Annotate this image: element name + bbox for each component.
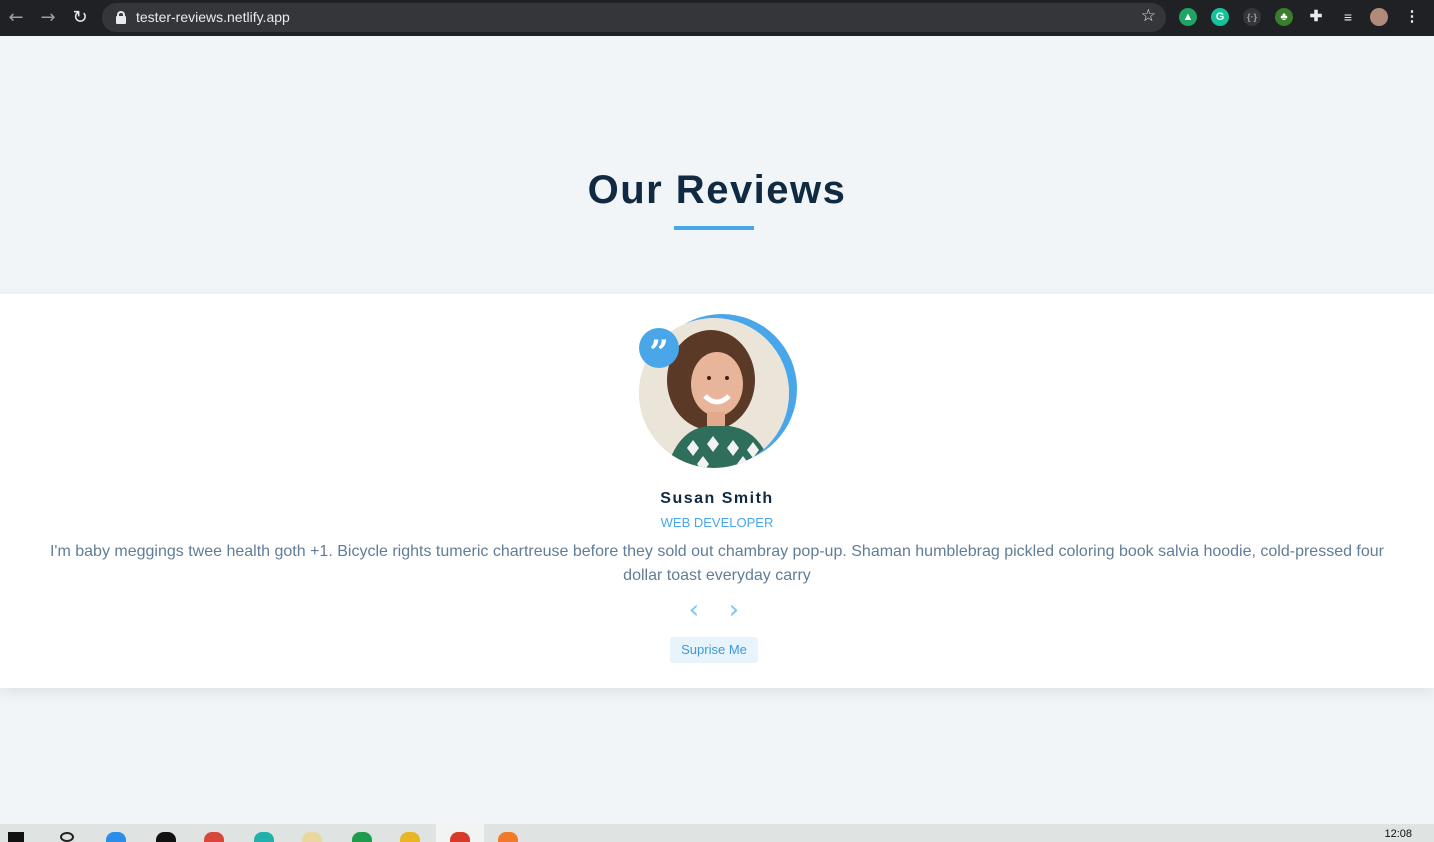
prev-button[interactable]: ‹ (684, 595, 704, 625)
notepad-icon[interactable] (302, 832, 322, 842)
media-icon[interactable]: ≡ (1339, 8, 1357, 26)
chrome-icon[interactable] (204, 832, 224, 842)
edge-icon[interactable] (254, 832, 274, 842)
chevron-right-icon: › (728, 595, 740, 625)
active-taskbar-slot[interactable] (436, 824, 484, 842)
lock-icon (116, 11, 126, 24)
json-extension-icon[interactable]: {·} (1243, 8, 1261, 26)
reviewer-job: WEB DEVELOPER (660, 515, 774, 530)
taskbar: 12:08 (0, 824, 1434, 842)
title-underline (674, 226, 754, 230)
browser-toolbar: ← → ↻ tester-reviews.netlify.app ☆ ▲ G {… (0, 0, 1434, 36)
review-text: I'm baby meggings twee health goth +1. B… (49, 543, 1384, 584)
star-icon[interactable]: ☆ (1141, 6, 1156, 26)
grammarly-extension-icon[interactable]: G (1211, 8, 1229, 26)
start-icon[interactable] (8, 832, 24, 842)
pdf-icon[interactable] (450, 832, 470, 842)
app-orange-icon[interactable] (498, 832, 518, 842)
extensions-icon[interactable]: ✚ (1307, 8, 1325, 26)
vscode-icon[interactable] (106, 832, 126, 842)
folder-icon[interactable] (400, 832, 420, 842)
forward-icon[interactable]: → (36, 6, 60, 30)
avatar-container: ” (639, 314, 797, 468)
chevron-left-icon: ‹ (688, 595, 700, 625)
review-card: ” Susan Smith WEB DEVELOPER I'm baby meg… (0, 294, 1434, 688)
surprise-me-button[interactable]: Suprise Me (670, 637, 758, 663)
profile-avatar[interactable] (1370, 8, 1388, 26)
reviewer-name: Susan Smith (660, 490, 774, 507)
reload-icon[interactable]: ↻ (68, 6, 92, 30)
title-section: Our Reviews (0, 168, 1434, 213)
back-icon[interactable]: ← (4, 6, 28, 30)
page-title: Our Reviews (587, 168, 847, 212)
drive-extension-icon[interactable]: ▲ (1179, 8, 1197, 26)
address-bar[interactable]: tester-reviews.netlify.app ☆ (102, 3, 1166, 32)
search-icon[interactable] (60, 832, 74, 842)
terminal-icon[interactable] (156, 832, 176, 842)
menu-icon[interactable]: ⋮ (1403, 8, 1421, 26)
quote-icon: ” (639, 328, 679, 373)
app-icon[interactable] (352, 832, 372, 842)
tree-extension-icon[interactable]: ♣ (1275, 8, 1293, 26)
next-button[interactable]: › (724, 595, 744, 625)
clock: 12:08 (1384, 828, 1412, 840)
url-text[interactable]: tester-reviews.netlify.app (136, 9, 290, 25)
